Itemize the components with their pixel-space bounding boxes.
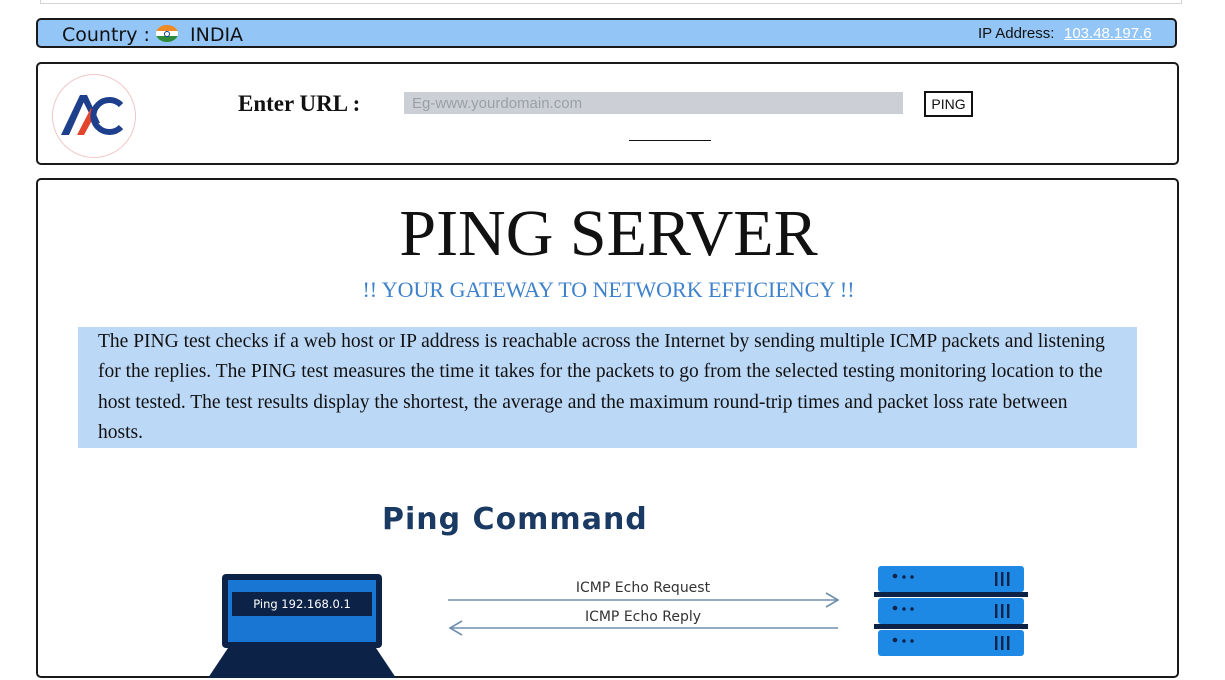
url-input[interactable]: [404, 92, 903, 114]
country-label: Country :: [62, 24, 150, 46]
echo-reply-label: ICMP Echo Reply: [585, 609, 701, 625]
india-flag-icon: [156, 25, 178, 42]
page-title: PING SERVER: [399, 197, 818, 270]
laptop-icon: Ping 192.168.0.1: [208, 574, 396, 678]
description-text: The PING test checks if a web host or IP…: [78, 327, 1137, 448]
laptop-screen-text: Ping 192.168.0.1: [253, 597, 351, 611]
page-subtitle: !! YOUR GATEWAY TO NETWORK EFFICIENCY !!: [362, 277, 855, 302]
url-panel: Enter URL : PING: [36, 62, 1179, 165]
diagram-title: Ping Command: [382, 502, 648, 537]
ping-button[interactable]: PING: [924, 91, 973, 117]
main-content-panel: PING SERVER !! YOUR GATEWAY TO NETWORK E…: [36, 178, 1179, 678]
server-icon: [874, 566, 1028, 656]
result-underline: [629, 140, 711, 141]
browser-top-edge: [40, 0, 1182, 4]
url-label: Enter URL :: [238, 91, 361, 116]
country-name: INDIA: [190, 24, 244, 46]
ping-command-diagram: Ping Command Ping 192.168.0.1 ICMP Echo …: [208, 502, 1028, 678]
ip-address-label: IP Address:: [978, 25, 1055, 42]
country-bar: Country : INDIA IP Address: 103.48.197.6: [36, 18, 1177, 48]
ip-address-link[interactable]: 103.48.197.6: [1064, 25, 1152, 42]
echo-request-label: ICMP Echo Request: [576, 580, 711, 596]
ac-logo-icon[interactable]: [52, 74, 136, 158]
